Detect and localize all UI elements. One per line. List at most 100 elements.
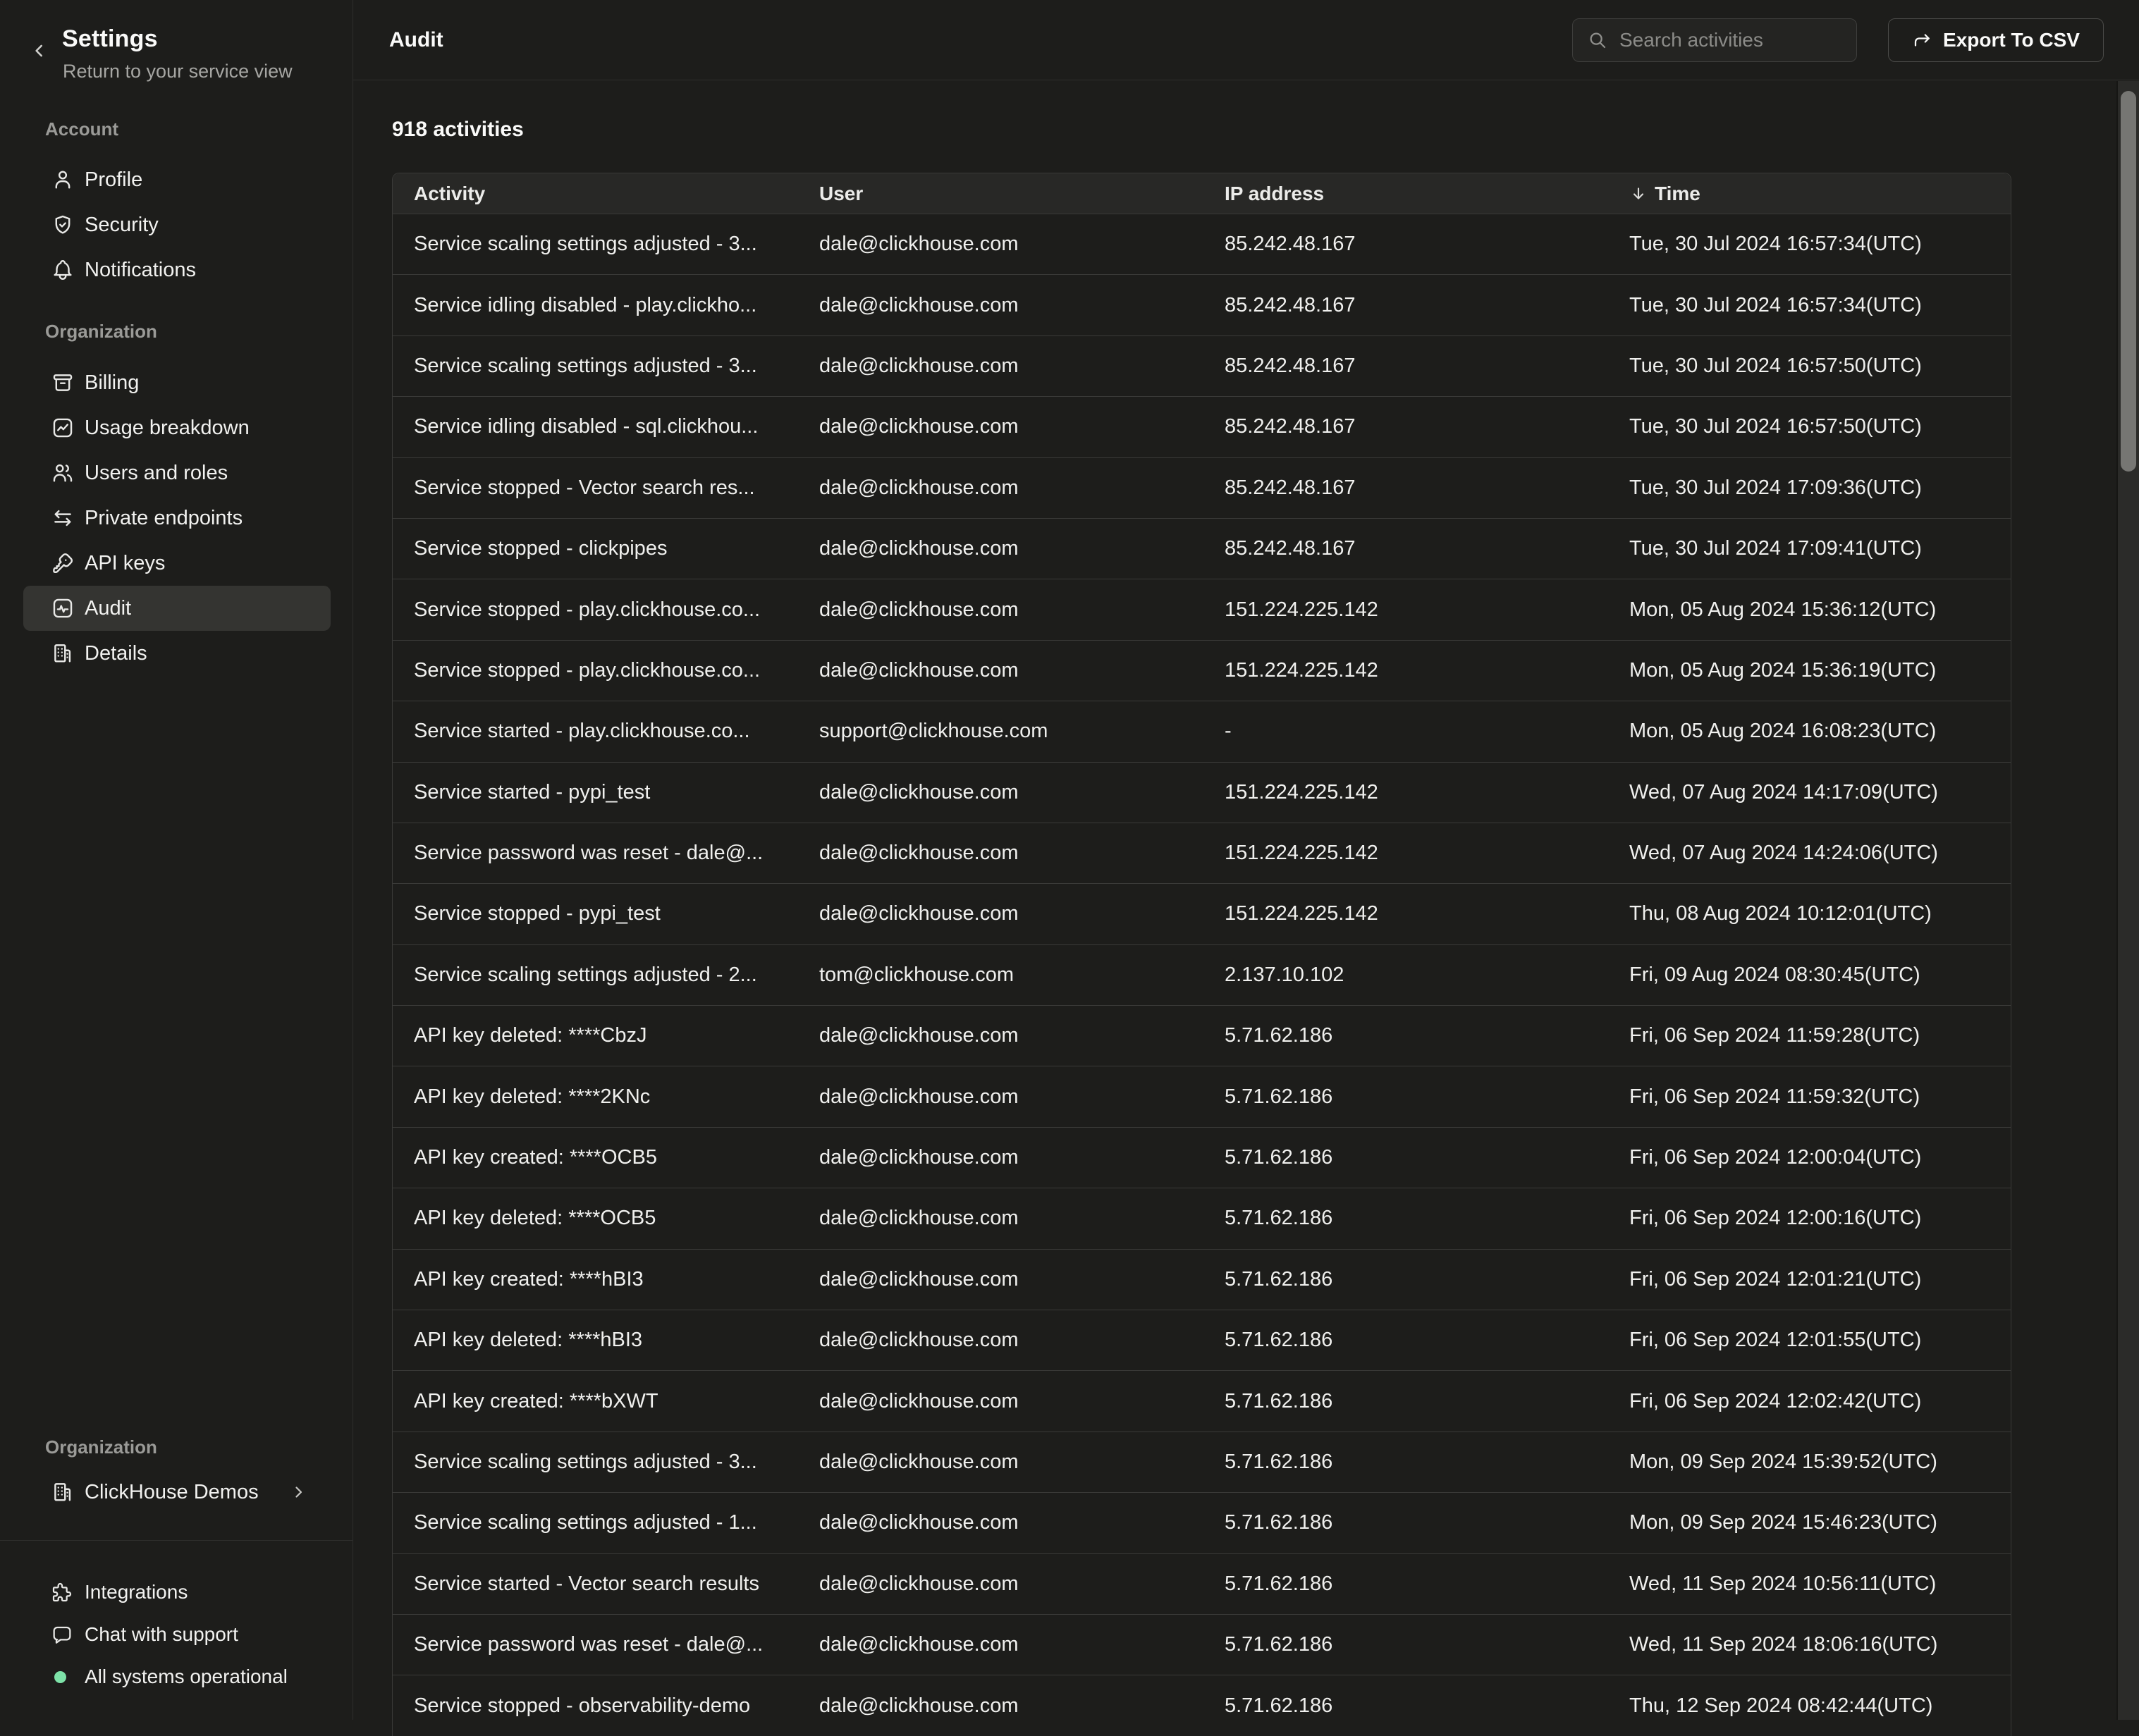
table-row: API key created: ****bXWT dale@clickhous… bbox=[393, 1370, 2011, 1431]
arrows-left-right-icon bbox=[51, 506, 79, 530]
cell-ip-address: 5.71.62.186 bbox=[1203, 1390, 1608, 1413]
activities-count: 918 activities bbox=[392, 118, 524, 142]
cell-user: dale@clickhouse.com bbox=[798, 1390, 1203, 1413]
sidebar-item-chat-with-support[interactable]: Chat with support bbox=[23, 1613, 331, 1656]
column-header-time[interactable]: Time bbox=[1608, 183, 2011, 205]
cell-ip-address: 5.71.62.186 bbox=[1203, 1451, 1608, 1474]
green-status-dot bbox=[54, 1671, 66, 1683]
chevron-right-icon bbox=[290, 1484, 307, 1501]
sidebar-item-label: Notifications bbox=[85, 259, 196, 282]
table-row: API key deleted: ****2KNc dale@clickhous… bbox=[393, 1066, 2011, 1126]
org-switcher-clickhouse-demos[interactable]: ClickHouse Demos bbox=[23, 1470, 331, 1515]
table-row: Service password was reset - dale@... da… bbox=[393, 1614, 2011, 1675]
back-button[interactable] bbox=[25, 37, 54, 65]
cell-user: tom@clickhouse.com bbox=[798, 964, 1203, 987]
cell-activity: API key deleted: ****2KNc bbox=[393, 1085, 798, 1109]
cell-time: Fri, 09 Aug 2024 08:30:45(UTC) bbox=[1608, 964, 2011, 987]
chevron-left-icon bbox=[30, 42, 49, 60]
cell-user: dale@clickhouse.com bbox=[798, 659, 1203, 682]
cell-time: Fri, 06 Sep 2024 12:02:42(UTC) bbox=[1608, 1390, 2011, 1413]
cell-ip-address: 5.71.62.186 bbox=[1203, 1694, 1608, 1718]
cell-activity: Service scaling settings adjusted - 3... bbox=[393, 1451, 798, 1474]
cell-ip-address: 85.242.48.167 bbox=[1203, 233, 1608, 256]
table-header-row: Activity User IP address Time bbox=[393, 173, 2011, 214]
cell-activity: Service started - play.clickhouse.co... bbox=[393, 720, 798, 743]
cell-activity: Service stopped - pypi_test bbox=[393, 902, 798, 925]
cell-ip-address: 5.71.62.186 bbox=[1203, 1146, 1608, 1169]
audit-pulse-icon bbox=[51, 596, 79, 620]
cell-ip-address: 5.71.62.186 bbox=[1203, 1511, 1608, 1534]
sidebar-item-private-endpoints[interactable]: Private endpoints bbox=[23, 495, 331, 541]
sidebar-item-billing[interactable]: Billing bbox=[23, 360, 331, 405]
export-to-csv-button[interactable]: Export To CSV bbox=[1888, 18, 2104, 62]
cell-activity: Service stopped - play.clickhouse.co... bbox=[393, 598, 798, 622]
table-row: Service scaling settings adjusted - 1...… bbox=[393, 1492, 2011, 1553]
section-label-organization: Organization bbox=[45, 321, 157, 343]
cell-user: dale@clickhouse.com bbox=[798, 294, 1203, 317]
table-row: API key created: ****OCB5 dale@clickhous… bbox=[393, 1127, 2011, 1188]
table-row: Service stopped - observability-demo dal… bbox=[393, 1675, 2011, 1735]
cell-ip-address: 151.224.225.142 bbox=[1203, 659, 1608, 682]
sidebar-item-label: Users and roles bbox=[85, 462, 228, 485]
table-row: Service scaling settings adjusted - 3...… bbox=[393, 335, 2011, 396]
table-row: Service stopped - Vector search res... d… bbox=[393, 457, 2011, 518]
cell-time: Wed, 07 Aug 2024 14:24:06(UTC) bbox=[1608, 842, 2011, 865]
cell-ip-address: 151.224.225.142 bbox=[1203, 902, 1608, 925]
settings-title: Settings bbox=[62, 25, 158, 53]
table-row: Service stopped - play.clickhouse.co... … bbox=[393, 579, 2011, 639]
cell-time: Tue, 30 Jul 2024 16:57:34(UTC) bbox=[1608, 233, 2011, 256]
puzzle-icon bbox=[51, 1581, 79, 1603]
table-row: Service started - pypi_test dale@clickho… bbox=[393, 762, 2011, 823]
search-input[interactable] bbox=[1618, 28, 1842, 52]
cell-activity: API key created: ****bXWT bbox=[393, 1390, 798, 1413]
cell-ip-address: 151.224.225.142 bbox=[1203, 598, 1608, 622]
column-header-activity: Activity bbox=[393, 183, 798, 205]
search-icon bbox=[1587, 30, 1608, 51]
sidebar-item-details[interactable]: Details bbox=[23, 631, 331, 676]
sidebar-item-security[interactable]: Security bbox=[23, 202, 331, 247]
cell-ip-address: 5.71.62.186 bbox=[1203, 1329, 1608, 1352]
cell-ip-address: 5.71.62.186 bbox=[1203, 1024, 1608, 1047]
system-status[interactable]: All systems operational bbox=[23, 1656, 331, 1698]
building-icon bbox=[51, 641, 79, 665]
cell-time: Fri, 06 Sep 2024 12:00:04(UTC) bbox=[1608, 1146, 2011, 1169]
table-row: API key deleted: ****OCB5 dale@clickhous… bbox=[393, 1188, 2011, 1248]
chat-bubble-icon bbox=[51, 1623, 79, 1646]
table-row: API key deleted: ****hBI3 dale@clickhous… bbox=[393, 1310, 2011, 1370]
sidebar-item-api-keys[interactable]: API keys bbox=[23, 541, 331, 586]
cell-activity: Service idling disabled - play.clickho..… bbox=[393, 294, 798, 317]
sidebar-item-notifications[interactable]: Notifications bbox=[23, 247, 331, 293]
cell-time: Fri, 06 Sep 2024 12:00:16(UTC) bbox=[1608, 1207, 2011, 1230]
vertical-scrollbar-track[interactable] bbox=[2116, 81, 2139, 1720]
table-body: Service scaling settings adjusted - 3...… bbox=[393, 214, 2011, 1736]
cell-ip-address: 5.71.62.186 bbox=[1203, 1268, 1608, 1291]
sidebar-item-users-and-roles[interactable]: Users and roles bbox=[23, 450, 331, 495]
sidebar-item-integrations[interactable]: Integrations bbox=[23, 1571, 331, 1613]
cell-activity: Service started - pypi_test bbox=[393, 781, 798, 804]
cell-ip-address: 85.242.48.167 bbox=[1203, 537, 1608, 560]
cell-ip-address: 5.71.62.186 bbox=[1203, 1633, 1608, 1656]
cell-activity: Service scaling settings adjusted - 2... bbox=[393, 964, 798, 987]
sidebar-item-label: Private endpoints bbox=[85, 507, 243, 530]
cell-time: Wed, 11 Sep 2024 10:56:11(UTC) bbox=[1608, 1572, 2011, 1596]
table-row: Service scaling settings adjusted - 3...… bbox=[393, 1432, 2011, 1492]
cell-activity: API key deleted: ****CbzJ bbox=[393, 1024, 798, 1047]
org-name: ClickHouse Demos bbox=[85, 1481, 259, 1504]
billing-icon bbox=[51, 371, 79, 395]
cell-user: support@clickhouse.com bbox=[798, 720, 1203, 743]
sidebar-item-profile[interactable]: Profile bbox=[23, 157, 331, 202]
cell-ip-address: 85.242.48.167 bbox=[1203, 476, 1608, 500]
cell-activity: Service stopped - observability-demo bbox=[393, 1694, 798, 1718]
sidebar-item-usage-breakdown[interactable]: Usage breakdown bbox=[23, 405, 331, 450]
cell-user: dale@clickhouse.com bbox=[798, 842, 1203, 865]
cell-time: Fri, 06 Sep 2024 12:01:55(UTC) bbox=[1608, 1329, 2011, 1352]
sidebar-item-audit[interactable]: Audit bbox=[23, 586, 331, 631]
search-activities-box[interactable] bbox=[1572, 18, 1857, 62]
cell-activity: Service stopped - Vector search res... bbox=[393, 476, 798, 500]
sidebar-item-label: Chat with support bbox=[85, 1623, 238, 1646]
cell-activity: Service password was reset - dale@... bbox=[393, 842, 798, 865]
cell-time: Wed, 11 Sep 2024 18:06:16(UTC) bbox=[1608, 1633, 2011, 1656]
vertical-scrollbar-thumb[interactable] bbox=[2121, 91, 2136, 472]
bell-icon bbox=[51, 258, 79, 282]
users-icon bbox=[51, 461, 79, 485]
